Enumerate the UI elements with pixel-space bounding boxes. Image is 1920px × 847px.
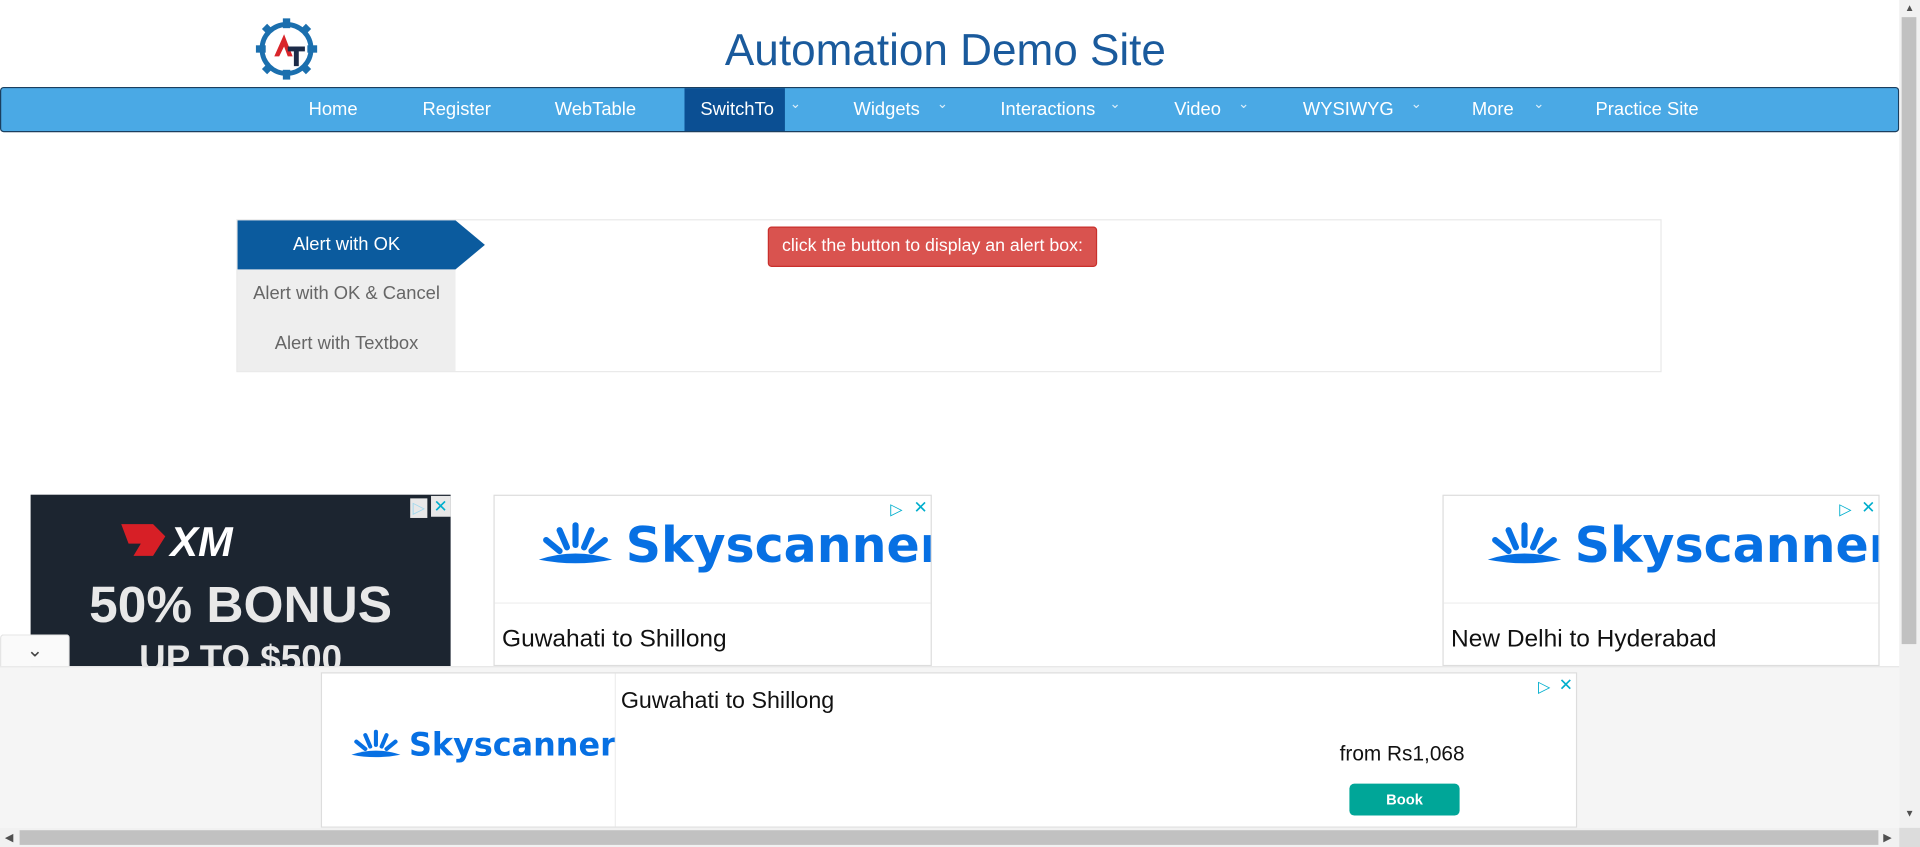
- chevron-down-icon: ⌄: [789, 96, 802, 112]
- ad-price: from Rs1,068: [1339, 742, 1465, 766]
- adchoices-icon[interactable]: ▷: [410, 498, 428, 518]
- adchoices-icon[interactable]: ▷: [890, 500, 902, 520]
- skyscanner-banner: Skyscanner: [1443, 496, 1880, 604]
- nav-label: WebTable: [554, 99, 637, 121]
- nav-label: Practice Site: [1595, 99, 1699, 121]
- alert-tabs: Alert with OK Alert with OK & Cancel Ale…: [237, 220, 456, 372]
- nav-widgets[interactable]: Widgets ⌄: [853, 88, 956, 131]
- skyscanner-logo: Skyscanner: [1484, 517, 1880, 575]
- nav-more[interactable]: More ⌄: [1472, 88, 1558, 131]
- horizontal-scrollbar[interactable]: ◀ ▶: [0, 827, 1900, 847]
- skyscanner-ad-right[interactable]: Skyscanner New Delhi to Hyderabad ▷ ✕: [1442, 494, 1880, 667]
- chevron-down-icon: ⌄: [936, 96, 949, 112]
- chevron-down-icon: ⌄: [1109, 96, 1121, 112]
- site-logo: [255, 17, 319, 81]
- xm-subline: UP TO $500: [139, 639, 343, 667]
- ad-route: New Delhi to Hyderabad: [1451, 625, 1717, 653]
- tab-alert-textbox[interactable]: Alert with Textbox: [238, 320, 456, 369]
- close-icon[interactable]: ✕: [1559, 675, 1573, 696]
- skyscanner-wordmark: Skyscanner: [1574, 517, 1880, 575]
- skyscanner-sun-icon: [538, 522, 613, 564]
- scrollbar-corner: [1899, 827, 1920, 847]
- nav-webtable[interactable]: WebTable: [555, 88, 636, 131]
- nav-label: Interactions: [1000, 99, 1096, 121]
- scroll-right-icon[interactable]: ▶: [1883, 828, 1891, 847]
- active-tab-arrow: [455, 220, 485, 270]
- nav-label: SwitchTo: [700, 99, 774, 121]
- skyscanner-anchor-ad[interactable]: Skyscanner Guwahati to Shillong from Rs1…: [320, 672, 1578, 828]
- chevron-down-icon: ⌄: [1237, 96, 1250, 112]
- nav-label: Register: [422, 99, 491, 121]
- xm-ad[interactable]: XM 50% BONUS UP TO $500 ▷ ✕: [30, 494, 451, 667]
- xm-brand-icon: [121, 524, 166, 556]
- nav-interactions[interactable]: Interactions ⌄: [1000, 88, 1127, 131]
- ad-divider: [614, 673, 616, 827]
- collapse-anchor-button[interactable]: ⌄: [0, 634, 70, 667]
- nav-label: WYSIWYG: [1302, 99, 1394, 121]
- chevron-down-icon: ⌄: [26, 640, 44, 662]
- nav-label: More: [1471, 99, 1514, 121]
- close-icon[interactable]: ✕: [1861, 497, 1875, 518]
- ad-route: Guwahati to Shillong: [502, 625, 727, 653]
- xm-brand: XM: [170, 519, 233, 566]
- horizontal-scroll-thumb[interactable]: [19, 830, 1879, 845]
- tab-alert-ok[interactable]: Alert with OK: [237, 220, 456, 270]
- chevron-down-icon: ⌄: [1410, 96, 1422, 112]
- skyscanner-wordmark: Skyscanner: [625, 517, 932, 575]
- skyscanner-sun-icon: [1487, 522, 1562, 564]
- chevron-down-icon: ⌄: [1533, 96, 1545, 112]
- ad-route: Guwahati to Shillong: [620, 688, 835, 714]
- display-alert-button[interactable]: click the button to display an alert box…: [767, 226, 1098, 267]
- scroll-down-icon[interactable]: ▼: [1899, 808, 1920, 819]
- main-nav: Home Register WebTable SwitchTo ⌄ Widget…: [0, 86, 1900, 133]
- skyscanner-logo: Skyscanner: [535, 517, 932, 575]
- book-button[interactable]: Book: [1349, 783, 1460, 816]
- site-title: Automation Demo Site: [724, 24, 1166, 75]
- nav-video[interactable]: Video ⌄: [1174, 88, 1260, 131]
- xm-headline: 50% BONUS: [89, 575, 393, 634]
- alerts-panel: Alert with OK Alert with OK & Cancel Ale…: [236, 219, 1662, 373]
- nav-switchto[interactable]: SwitchTo: [684, 88, 785, 132]
- adchoices-icon[interactable]: ▷: [1839, 500, 1851, 520]
- tab-alert-ok-cancel[interactable]: Alert with OK & Cancel: [238, 269, 456, 318]
- scroll-up-icon[interactable]: ▲: [1899, 2, 1920, 13]
- vertical-scrollbar[interactable]: ▲ ▼: [1899, 0, 1920, 828]
- close-icon[interactable]: ✕: [913, 497, 927, 518]
- nav-practice-site[interactable]: Practice Site: [1596, 88, 1699, 131]
- skyscanner-banner: Skyscanner: [494, 496, 932, 604]
- skyscanner-logo: Skyscanner: [349, 727, 616, 764]
- skyscanner-ad-left[interactable]: Skyscanner Guwahati to Shillong ▷ ✕: [493, 494, 932, 667]
- scroll-left-icon[interactable]: ◀: [5, 828, 13, 847]
- close-icon[interactable]: ✕: [431, 495, 451, 517]
- adchoices-icon[interactable]: ▷: [1538, 677, 1550, 697]
- nav-wysiwyg[interactable]: WYSIWYG ⌄: [1303, 88, 1430, 131]
- nav-label: Home: [308, 99, 358, 121]
- nav-label: Video: [1174, 99, 1221, 121]
- skyscanner-sun-icon: [351, 729, 401, 758]
- nav-label: Widgets: [853, 99, 920, 121]
- skyscanner-wordmark: Skyscanner: [408, 727, 616, 765]
- vertical-scroll-thumb[interactable]: [1901, 17, 1917, 645]
- nav-home[interactable]: Home: [309, 88, 358, 131]
- nav-register[interactable]: Register: [422, 88, 490, 131]
